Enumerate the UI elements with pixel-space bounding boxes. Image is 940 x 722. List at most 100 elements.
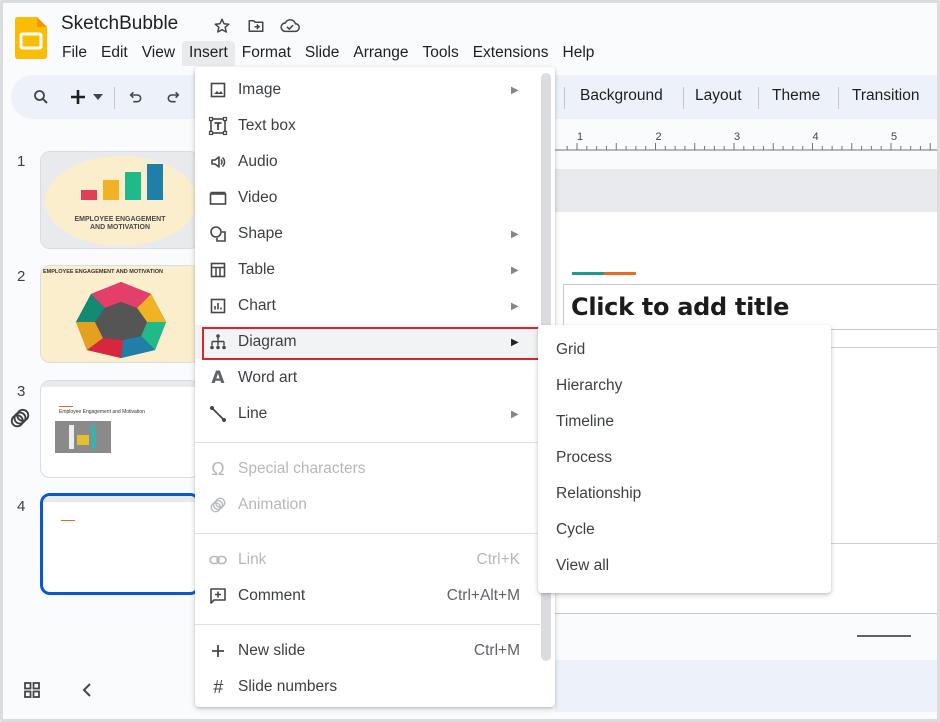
collapse-filmstrip-icon[interactable] [81,682,93,698]
ruler-label: 5 [891,131,897,143]
transition-button[interactable]: Transition [852,87,919,105]
menu-item-audio[interactable]: Audio [195,145,540,179]
app-window: SketchBubble File Edit View Insert Forma… [0,0,940,722]
menu-separator [195,442,540,443]
menu-help[interactable]: Help [556,41,602,66]
menu-item-video[interactable]: Video [195,181,540,215]
toolbar-divider [838,87,839,109]
thumb-image [55,421,111,453]
ruler-ticks: 1 2 3 4 5 [555,131,937,151]
notes-resize-handle[interactable] [857,635,911,637]
speaker-notes-area [555,614,937,660]
shortcut-label: Ctrl+Alt+M [446,587,520,604]
menu-format[interactable]: Format [235,41,298,66]
menu-edit[interactable]: Edit [94,41,135,66]
image-icon [208,80,228,100]
ruler-label: 4 [813,131,819,143]
table-icon [208,260,228,280]
ruler-label: 1 [577,131,583,143]
audio-icon [208,152,228,172]
link-icon [208,550,228,570]
submenu-item-cycle[interactable]: Cycle [556,521,595,539]
animation-indicator-icon[interactable] [9,408,31,430]
ruler-label: 2 [656,131,662,143]
slide-number: 2 [17,268,26,285]
slides-logo-icon[interactable] [15,17,47,59]
menu-insert[interactable]: Insert [182,41,235,66]
submenu-item-grid[interactable]: Grid [556,341,585,359]
menu-extensions[interactable]: Extensions [466,41,556,66]
star-icon[interactable] [211,15,233,37]
menu-item-word-art[interactable]: A Word art [195,361,540,395]
menu-item-table[interactable]: Table ▶ [195,253,540,287]
thumb-caption: EMPLOYEE ENGAGEMENT AND MOTIVATION [74,216,166,231]
slide-thumbnail-1[interactable]: EMPLOYEE ENGAGEMENT AND MOTIVATION [40,151,200,249]
shortcut-label: Ctrl+M [473,642,520,659]
title-icons [211,15,301,37]
layout-button[interactable]: Layout [695,87,742,105]
submenu-arrow-icon: ▶ [511,84,519,96]
accent-teal [572,272,604,275]
submenu-item-hierarchy[interactable]: Hierarchy [556,377,622,395]
cloud-saved-icon[interactable] [279,15,301,37]
menu-item-special-characters[interactable]: Ω Special characters [195,452,540,486]
menu-item-slide-numbers[interactable]: # Slide numbers [195,670,540,704]
accent-orange [604,272,636,275]
thumb-caption: EMPLOYEE ENGAGEMENT AND MOTIVATION [43,269,163,275]
slide-thumbnail-3[interactable]: Employee Engagement and Motivation [40,380,200,478]
menu-file[interactable]: File [55,41,94,66]
undo-icon[interactable] [124,85,148,109]
menu-item-animation[interactable]: Animation [195,488,540,522]
thumb-caption: Employee Engagement and Motivation [59,409,145,415]
slide-number: 3 [17,383,26,400]
shape-icon [208,224,228,244]
menu-bar: File Edit View Insert Format Slide Arran… [55,41,601,66]
menu-item-image[interactable]: Image ▶ [195,73,540,107]
new-slide-plus-icon[interactable] [66,85,90,109]
menu-separator [195,533,540,534]
menu-item-line[interactable]: Line ▶ [195,397,540,431]
submenu-item-view-all[interactable]: View all [556,557,609,575]
menu-item-chart[interactable]: Chart ▶ [195,289,540,323]
shortcut-label: Ctrl+K [476,551,521,568]
comment-icon [208,586,228,606]
slide-accent-line [572,272,636,275]
diagram-submenu: Grid Hierarchy Timeline Process Relation… [538,325,831,593]
grid-view-icon[interactable] [24,682,40,698]
menu-item-text-box[interactable]: Text box [195,109,540,143]
menu-item-shape[interactable]: Shape ▶ [195,217,540,251]
slide-number: 4 [17,498,26,515]
toolbar-divider [683,87,684,109]
theme-button[interactable]: Theme [772,87,820,105]
submenu-arrow-icon: ▶ [511,408,519,420]
menu-view[interactable]: View [135,41,182,66]
menu-separator [195,624,540,625]
menu-tools[interactable]: Tools [416,41,466,66]
submenu-item-relationship[interactable]: Relationship [556,485,641,503]
menu-item-comment[interactable]: Comment Ctrl+Alt+M [195,579,540,613]
background-button[interactable]: Background [580,87,663,105]
menu-arrange[interactable]: Arrange [346,41,415,66]
menu-slide[interactable]: Slide [298,41,346,66]
redo-icon[interactable] [161,85,185,109]
toolbar-divider [114,87,115,109]
plus-icon [208,641,228,661]
menu-item-new-slide[interactable]: New slide Ctrl+M [195,634,540,668]
dropdown-caret-icon[interactable] [91,85,105,109]
menu-item-link[interactable]: Link Ctrl+K [195,543,540,577]
title-placeholder-text[interactable]: Click to add title [571,293,789,321]
slide-thumbnail-2[interactable]: EMPLOYEE ENGAGEMENT AND MOTIVATION [40,265,200,363]
word-art-icon: A [211,368,225,388]
move-to-folder-icon[interactable] [245,15,267,37]
insert-menu: Image ▶ Text box Audio Video Shape ▶ Tab… [195,67,555,707]
video-icon [208,188,228,208]
submenu-item-process[interactable]: Process [556,449,612,467]
submenu-arrow-icon: ▶ [511,228,519,240]
submenu-item-timeline[interactable]: Timeline [556,413,614,431]
text-box-icon [208,116,228,136]
slide-thumbnail-4[interactable] [40,493,200,595]
toolbar-divider [758,87,759,109]
search-icon[interactable] [29,85,53,109]
chart-icon [208,296,228,316]
document-title[interactable]: SketchBubble [61,13,178,35]
